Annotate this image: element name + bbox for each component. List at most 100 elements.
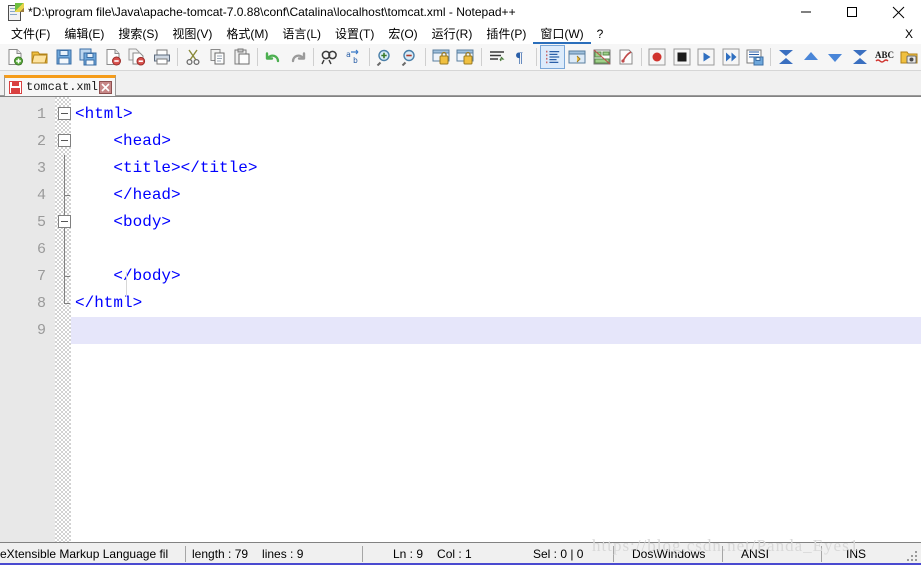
fold-margin[interactable] bbox=[55, 97, 71, 542]
save-icon[interactable] bbox=[52, 45, 76, 69]
code-line[interactable]: <title></title> bbox=[71, 155, 921, 182]
resize-grip[interactable] bbox=[907, 551, 919, 563]
paste-icon[interactable] bbox=[230, 45, 254, 69]
title-bar: *D:\program file\Java\apache-tomcat-7.0.… bbox=[0, 0, 921, 24]
fold-tick bbox=[64, 276, 70, 277]
status-eol-format: Dos\Windows bbox=[632, 547, 706, 561]
fold-marker-row[interactable] bbox=[55, 128, 71, 155]
fold-collapse-icon[interactable] bbox=[58, 215, 71, 228]
play-macro-icon[interactable] bbox=[694, 45, 718, 69]
code-line[interactable]: </body> bbox=[71, 263, 921, 290]
save-macro-icon[interactable] bbox=[743, 45, 767, 69]
unsaved-disk-icon bbox=[9, 80, 22, 94]
replace-icon[interactable]: ab bbox=[341, 45, 365, 69]
code-line[interactable]: <body> bbox=[71, 209, 921, 236]
user-defined-dialog-icon[interactable] bbox=[565, 45, 589, 69]
menu-view[interactable]: 视图(V) bbox=[165, 25, 219, 44]
cut-icon[interactable] bbox=[181, 45, 205, 69]
zoom-in-icon[interactable] bbox=[373, 45, 397, 69]
sync-horizontal-scroll-icon[interactable] bbox=[453, 45, 477, 69]
line-number-gutter: 1 2 3 4 5 6 7 8 9 bbox=[0, 97, 55, 542]
fold-collapse-icon[interactable] bbox=[58, 134, 71, 147]
line-number: 2 bbox=[36, 133, 46, 150]
indent-guide-icon[interactable] bbox=[540, 45, 565, 69]
line-number: 6 bbox=[36, 241, 46, 258]
code-line[interactable] bbox=[71, 236, 921, 263]
undo-icon[interactable] bbox=[261, 45, 285, 69]
menu-help[interactable]: ? bbox=[591, 25, 610, 44]
new-file-icon[interactable] bbox=[3, 45, 27, 69]
code-line[interactable]: <head> bbox=[71, 128, 921, 155]
editor-area[interactable]: 1 2 3 4 5 6 7 8 9 <html> <head> <title><… bbox=[0, 96, 921, 542]
fold-marker-row[interactable] bbox=[55, 209, 71, 236]
function-list-icon[interactable] bbox=[614, 45, 638, 69]
tab-label: tomcat.xml bbox=[26, 80, 99, 94]
redo-icon[interactable] bbox=[286, 45, 310, 69]
tab-tomcat-xml[interactable]: tomcat.xml bbox=[4, 75, 117, 96]
line-number: 9 bbox=[36, 322, 46, 339]
fold-marker-row bbox=[55, 182, 71, 209]
tab-close-icon[interactable] bbox=[99, 80, 113, 94]
code-line[interactable]: <html> bbox=[71, 101, 921, 128]
menu-plugins[interactable]: 插件(P) bbox=[479, 25, 533, 44]
fold-marker-row[interactable] bbox=[55, 101, 71, 128]
collapse-all-icon[interactable] bbox=[774, 45, 798, 69]
copy-icon[interactable] bbox=[205, 45, 229, 69]
status-lines: lines : 9 bbox=[262, 547, 304, 561]
fold-line bbox=[64, 236, 65, 263]
status-length: length : 79 bbox=[192, 547, 249, 561]
menu-search[interactable]: 搜索(S) bbox=[111, 25, 165, 44]
menu-run[interactable]: 运行(R) bbox=[425, 25, 480, 44]
menu-format[interactable]: 格式(M) bbox=[219, 25, 275, 44]
menu-macro[interactable]: 宏(O) bbox=[381, 25, 424, 44]
print-icon[interactable] bbox=[150, 45, 174, 69]
code-text-area[interactable]: <html> <head> <title></title> </head> <b… bbox=[71, 97, 921, 542]
maximize-icon[interactable] bbox=[829, 0, 875, 24]
menu-edit[interactable]: 编辑(E) bbox=[57, 25, 111, 44]
toolbar-separator bbox=[641, 48, 643, 66]
menu-settings[interactable]: 设置(T) bbox=[328, 25, 381, 44]
close-file-icon[interactable] bbox=[101, 45, 125, 69]
toolbar-separator bbox=[480, 48, 482, 66]
toolbar-separator bbox=[424, 48, 426, 66]
document-map-icon[interactable] bbox=[589, 45, 613, 69]
fold-line bbox=[64, 155, 65, 182]
expand-all-icon[interactable] bbox=[848, 45, 872, 69]
menu-window[interactable]: 窗口(W) bbox=[533, 25, 590, 44]
word-wrap-icon[interactable] bbox=[485, 45, 509, 69]
fold-collapse-icon[interactable] bbox=[58, 107, 71, 120]
status-language: eXtensible Markup Language fil bbox=[0, 547, 169, 561]
collapse-level-icon[interactable] bbox=[799, 45, 823, 69]
menu-language[interactable]: 语言(L) bbox=[275, 25, 328, 44]
run-icon[interactable] bbox=[896, 45, 920, 69]
stop-record-macro-icon[interactable] bbox=[670, 45, 694, 69]
sync-vertical-scroll-icon[interactable] bbox=[429, 45, 453, 69]
zoom-out-icon[interactable] bbox=[397, 45, 421, 69]
toolbar: ab ¶ ABC bbox=[0, 44, 921, 71]
line-number: 7 bbox=[36, 268, 46, 285]
toolbar-separator bbox=[257, 48, 259, 66]
code-line[interactable]: </html> bbox=[71, 290, 921, 317]
toolbar-separator bbox=[770, 48, 772, 66]
show-all-characters-icon[interactable]: ¶ bbox=[509, 45, 533, 69]
menu-file[interactable]: 文件(F) bbox=[4, 25, 57, 44]
find-icon[interactable] bbox=[317, 45, 341, 69]
spell-check-icon[interactable]: ABC bbox=[872, 45, 896, 69]
save-all-icon[interactable] bbox=[76, 45, 100, 69]
menu-close-document-button[interactable]: X bbox=[905, 27, 921, 41]
status-ln: Ln : 9 bbox=[393, 547, 424, 561]
open-file-icon[interactable] bbox=[27, 45, 51, 69]
run-macro-multiple-icon[interactable] bbox=[718, 45, 742, 69]
document-tab-bar: tomcat.xml bbox=[0, 71, 921, 96]
fold-marker-row bbox=[55, 263, 71, 290]
indent-guide-line bbox=[126, 272, 127, 297]
start-record-macro-icon[interactable] bbox=[645, 45, 669, 69]
code-line[interactable]: </head> bbox=[71, 182, 921, 209]
close-all-icon[interactable] bbox=[125, 45, 149, 69]
code-line-current[interactable] bbox=[71, 317, 921, 344]
minimize-icon[interactable] bbox=[783, 0, 829, 24]
fold-marker-row bbox=[55, 290, 71, 317]
expand-level-icon[interactable] bbox=[823, 45, 847, 69]
line-number: 4 bbox=[36, 187, 46, 204]
close-icon[interactable] bbox=[875, 0, 921, 24]
